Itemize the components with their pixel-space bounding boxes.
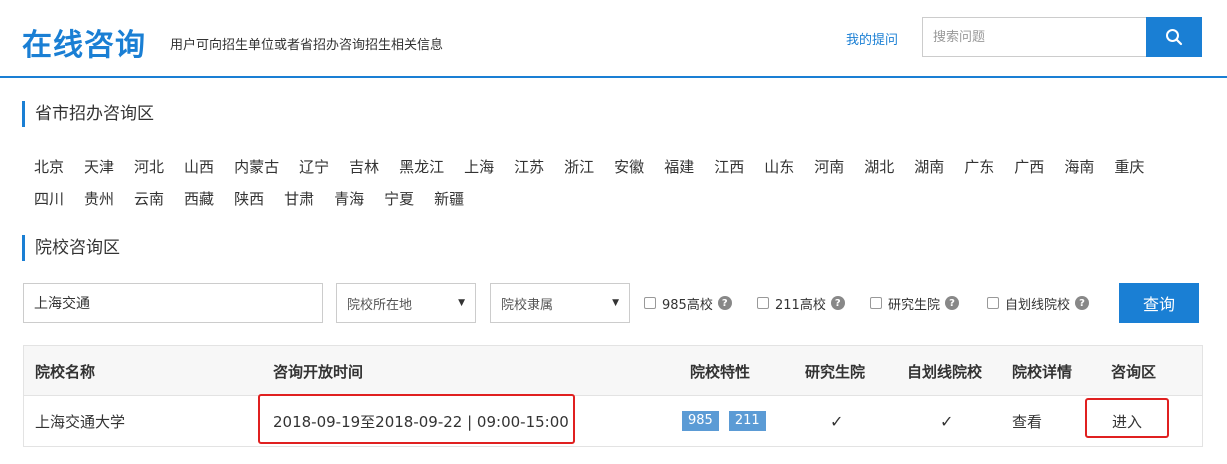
checkbox-box[interactable] — [870, 297, 882, 309]
province-link[interactable]: 福建 — [664, 156, 694, 177]
header-school-name: 院校名称 — [35, 362, 96, 381]
province-link[interactable]: 江西 — [714, 156, 744, 177]
highlight-box — [1085, 398, 1169, 438]
highlight-box — [258, 394, 575, 444]
header-details: 院校详情 — [1012, 362, 1073, 381]
checkbox-label: 211高校 — [775, 297, 826, 313]
query-button[interactable]: 查询 — [1119, 283, 1199, 323]
province-link[interactable]: 四川 — [34, 188, 64, 209]
province-link[interactable]: 浙江 — [564, 156, 594, 177]
province-link[interactable]: 河北 — [134, 156, 164, 177]
province-link[interactable]: 天津 — [84, 156, 114, 177]
dropdown-arrow-icon: ▼ — [458, 298, 465, 308]
province-section-title: 省市招办咨询区 — [22, 101, 154, 127]
help-icon[interactable]: ? — [830, 296, 845, 310]
view-details-link[interactable]: 查看 — [1012, 396, 1042, 446]
province-link[interactable]: 辽宁 — [299, 156, 329, 177]
affiliation-select-label: 院校隶属 — [501, 297, 554, 313]
dropdown-arrow-icon: ▼ — [612, 298, 619, 308]
checkbox-box[interactable] — [757, 297, 769, 309]
table-row: 上海交通大学 2018-09-19至2018-09-22 | 09:00-15:… — [24, 396, 1202, 446]
province-link[interactable]: 青海 — [334, 188, 364, 209]
help-icon[interactable]: ? — [1075, 296, 1090, 310]
checkbox-label: 自划线院校 — [1005, 297, 1071, 313]
school-name: 上海交通大学 — [35, 412, 126, 431]
header-self-line: 自划线院校 — [907, 362, 983, 381]
province-link[interactable]: 宁夏 — [384, 188, 414, 209]
help-icon[interactable]: ? — [717, 296, 732, 310]
province-link[interactable]: 陕西 — [234, 188, 264, 209]
province-link[interactable]: 江苏 — [514, 156, 544, 177]
checkbox-label: 研究生院 — [888, 297, 941, 313]
help-icon[interactable]: ? — [945, 296, 960, 310]
check-icon: ✓ — [830, 411, 844, 431]
header-consult: 咨询区 — [1111, 362, 1157, 381]
province-link[interactable]: 安徽 — [614, 156, 644, 177]
province-row: 北京 天津 河北 山西 内蒙古 辽宁 吉林 黑龙江 上海 江苏 浙江 安徽 福建 江西 山东 河南 湖北 湖南 广东… — [34, 150, 1204, 182]
feature-tags: 985 211 — [682, 396, 776, 446]
checkbox-box[interactable] — [644, 297, 656, 309]
province-row: 四川 贵州 云南 西藏 陕西 甘肃 青海 宁夏 新疆 — [34, 182, 1204, 214]
school-table: 院校名称 咨询开放时间 院校特性 研究生院 自划线院校 院校详情 咨询区 上海交… — [23, 345, 1203, 447]
province-list: 北京 天津 河北 山西 内蒙古 辽宁 吉林 黑龙江 上海 江苏 浙江 安徽 福建 江西 山东 河南 湖北 湖南 广东… — [34, 150, 1204, 214]
province-link[interactable]: 北京 — [34, 156, 64, 177]
province-link[interactable]: 西藏 — [184, 188, 214, 209]
province-link[interactable]: 内蒙古 — [234, 156, 279, 177]
province-link[interactable]: 山西 — [184, 156, 214, 177]
province-link[interactable]: 广西 — [1014, 156, 1044, 177]
province-link[interactable]: 河南 — [814, 156, 844, 177]
location-select-label: 院校所在地 — [347, 297, 413, 313]
province-link[interactable]: 贵州 — [84, 188, 114, 209]
school-section-title: 院校咨询区 — [22, 235, 120, 261]
brand-title: 在线咨询 — [22, 28, 146, 63]
search-icon — [1166, 29, 1183, 46]
province-link[interactable]: 湖北 — [864, 156, 894, 177]
province-link[interactable]: 海南 — [1064, 156, 1094, 177]
search-button[interactable] — [1146, 17, 1202, 57]
table-header: 院校名称 咨询开放时间 院校特性 研究生院 自划线院校 院校详情 咨询区 — [24, 346, 1202, 396]
province-link[interactable]: 黑龙江 — [399, 156, 444, 177]
my-questions-link[interactable]: 我的提问 — [846, 29, 898, 48]
checkbox-grad-school[interactable]: 研究生院 ? — [870, 283, 960, 323]
province-link[interactable]: 甘肃 — [284, 188, 314, 209]
search-input[interactable] — [922, 17, 1146, 57]
province-link[interactable]: 云南 — [134, 188, 164, 209]
page-subtitle: 用户可向招生单位或者省招办咨询招生相关信息 — [170, 38, 444, 53]
province-link[interactable]: 吉林 — [349, 156, 379, 177]
checkbox-label: 985高校 — [662, 297, 713, 313]
header-open-time: 咨询开放时间 — [273, 362, 364, 381]
checkbox-self-line[interactable]: 自划线院校 ? — [987, 283, 1090, 323]
checkbox-211[interactable]: 211高校 ? — [757, 283, 845, 323]
page-header: 在线咨询 用户可向招生单位或者省招办咨询招生相关信息 我的提问 — [0, 0, 1227, 78]
tag-211: 211 — [728, 411, 766, 431]
province-link[interactable]: 重庆 — [1114, 156, 1144, 177]
affiliation-select[interactable]: 院校隶属 ▼ — [490, 283, 630, 323]
header-features: 院校特性 — [690, 362, 751, 381]
province-link[interactable]: 新疆 — [434, 188, 464, 209]
school-name-input[interactable] — [23, 283, 323, 323]
location-select[interactable]: 院校所在地 ▼ — [336, 283, 476, 323]
province-link[interactable]: 湖南 — [914, 156, 944, 177]
tag-985: 985 — [682, 411, 719, 431]
checkbox-box[interactable] — [987, 297, 999, 309]
province-link[interactable]: 上海 — [464, 156, 494, 177]
header-grad-school: 研究生院 — [805, 362, 866, 381]
checkbox-985[interactable]: 985高校 ? — [644, 283, 732, 323]
province-link[interactable]: 广东 — [964, 156, 994, 177]
check-icon: ✓ — [940, 411, 954, 431]
province-link[interactable]: 山东 — [764, 156, 794, 177]
